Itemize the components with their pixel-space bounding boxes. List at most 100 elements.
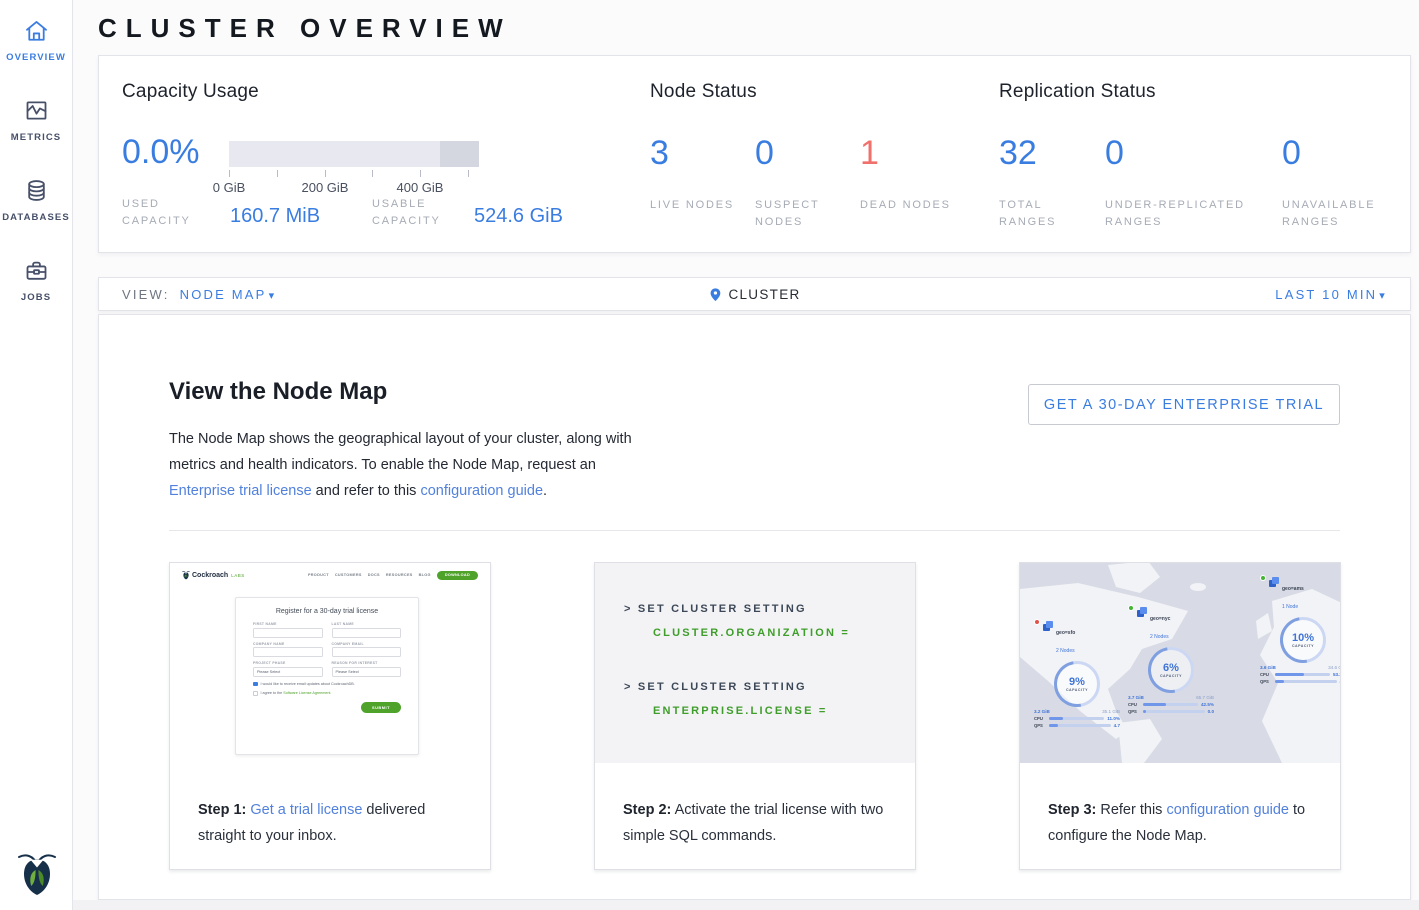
suspect-nodes-value: 0 xyxy=(755,134,774,173)
step-label: Step 3: xyxy=(1048,802,1096,818)
used-capacity-label: USED CAPACITY xyxy=(122,196,217,230)
under-replicated-value: 0 xyxy=(1105,134,1124,173)
cpu-label: CPU xyxy=(1128,702,1140,707)
sql-command: SET CLUSTER SETTING xyxy=(638,603,807,615)
replication-status-section: Replication Status 32 TOTAL RANGES 0 UND… xyxy=(999,81,1399,251)
cockroachdb-logo xyxy=(0,850,73,896)
map-pin-icon xyxy=(708,286,721,303)
field-input xyxy=(332,647,402,657)
configuration-guide-link[interactable]: configuration guide xyxy=(1166,802,1289,818)
mini-nav-item: RESOURCES xyxy=(386,573,413,577)
license-agreement-link: Software License Agreement. xyxy=(283,691,331,695)
license-agreement-checkbox: I agree to the Software License Agreemen… xyxy=(253,691,401,696)
node-status-section: Node Status 3 LIVE NODES 0 SUSPECT NODES… xyxy=(650,81,980,251)
cpu-value: 11.0% xyxy=(1107,716,1120,721)
description-text: and refer to this xyxy=(312,483,421,499)
mini-nav-item: CUSTOMERS xyxy=(335,573,362,577)
cockroach-labs-logo: Cockroach LABS xyxy=(182,570,245,580)
email-updates-checkbox: I would like to receive email updates ab… xyxy=(253,682,401,687)
step-label: Step 1: xyxy=(198,802,246,818)
enterprise-trial-license-link[interactable]: Enterprise trial license xyxy=(169,483,312,499)
field-label: COMPANY NAME xyxy=(253,642,323,646)
metrics-icon xyxy=(23,97,50,124)
nodes-cube-icon xyxy=(1043,621,1053,631)
trial-license-form: Register for a 30-day trial license FIRS… xyxy=(235,597,419,755)
total-ranges-label: TOTAL RANGES xyxy=(999,197,1099,231)
enterprise-trial-button[interactable]: GET A 30-DAY ENTERPRISE TRIAL xyxy=(1028,384,1340,425)
step2-caption: Step 2: Activate the trial license with … xyxy=(595,763,915,849)
dead-status-dot xyxy=(1034,619,1040,625)
capacity-percent: 9% xyxy=(1069,676,1085,688)
step-label: Step 2: xyxy=(623,802,671,818)
get-trial-license-link[interactable]: Get a trial license xyxy=(250,802,362,818)
cluster-breadcrumb: CLUSTER xyxy=(728,287,800,302)
mini-nav-item: PRODUCT xyxy=(308,573,329,577)
nodes-cube-icon xyxy=(1269,577,1279,587)
mini-nav-item: DOCS xyxy=(368,573,380,577)
cpu-value: 42.5% xyxy=(1201,702,1214,707)
unavailable-ranges-label: UNAVAILABLE RANGES xyxy=(1282,197,1382,231)
view-selector[interactable]: NODE MAP▾ xyxy=(180,287,277,302)
live-status-dot xyxy=(1260,575,1266,581)
step1-illustration: Cockroach LABS PRODUCT CUSTOMERS DOCS RE… xyxy=(170,563,490,763)
locality-node-count: 2 Nodes xyxy=(1056,648,1075,654)
cpu-label: CPU xyxy=(1034,716,1046,721)
nodes-cube-icon xyxy=(1137,607,1147,617)
step3-caption: Step 3: Refer this configuration guide t… xyxy=(1020,763,1340,849)
mini-download-button: DOWNLOAD xyxy=(437,571,478,580)
sidebar-item-label: JOBS xyxy=(21,292,51,303)
sql-prompt: > xyxy=(624,603,633,615)
gauge-tick xyxy=(325,170,326,177)
chevron-down-icon: ▾ xyxy=(269,290,277,302)
sidebar-item-databases[interactable]: DATABASES xyxy=(0,177,72,257)
sidebar-item-jobs[interactable]: JOBS xyxy=(0,257,72,337)
checkbox-label: I would like to receive email updates ab… xyxy=(261,682,355,686)
field-label: PROJECT PHASE xyxy=(253,661,323,665)
node-map-panel: View the Node Map The Node Map shows the… xyxy=(98,314,1411,900)
locality-widget-nyc: geo=nyc 2 Nodes 6% CAPACITY 3.7 GiB65.7 … xyxy=(1128,607,1214,714)
cpu-label: CPU xyxy=(1260,672,1272,677)
replication-status-title: Replication Status xyxy=(999,81,1399,103)
qps-label: QPS xyxy=(1034,723,1046,728)
page-background-strip xyxy=(73,900,1419,910)
locality-widget-ams: geo=ams 1 Node 10% CAPACITY 3.6 GiB34.6 … xyxy=(1260,577,1340,684)
checkbox-label: I agree to the xyxy=(261,691,284,695)
step2-card: > SET CLUSTER SETTING CLUSTER.ORGANIZATI… xyxy=(594,562,916,870)
cluster-overview-page: OVERVIEW METRICS DATABASES JOBS xyxy=(0,0,1419,910)
capacity-label: CAPACITY xyxy=(1066,688,1088,692)
field-input xyxy=(253,628,323,638)
description-text: The Node Map shows the geographical layo… xyxy=(169,431,632,473)
time-range-value: LAST 10 MIN xyxy=(1275,287,1377,302)
sidebar-item-metrics[interactable]: METRICS xyxy=(0,97,72,177)
locality-node-count: 2 Nodes xyxy=(1150,634,1169,640)
gauge-tick xyxy=(229,170,230,177)
capacity-percent: 0.0% xyxy=(122,133,200,172)
field-input xyxy=(253,647,323,657)
gauge-tick-label: 200 GiB xyxy=(295,180,355,195)
sidebar-item-label: OVERVIEW xyxy=(6,52,66,63)
capacity-donut: 10% CAPACITY xyxy=(1280,617,1326,663)
locality-name: geo=nyc xyxy=(1150,616,1170,622)
gauge-tick xyxy=(372,170,373,177)
description-text: . xyxy=(543,483,547,499)
time-range-selector[interactable]: LAST 10 MIN▾ xyxy=(1275,287,1387,302)
sidebar-item-overview[interactable]: OVERVIEW xyxy=(0,17,72,97)
usable-capacity-value: 524.6 GiB xyxy=(474,205,563,228)
dead-nodes-value: 1 xyxy=(860,134,879,173)
step1-caption: Step 1: Get a trial license delivered st… xyxy=(170,763,490,849)
field-label: COMPANY EMAIL xyxy=(332,642,402,646)
capacity-donut: 9% CAPACITY xyxy=(1054,661,1100,707)
locality-node-count: 1 Node xyxy=(1282,604,1298,610)
form-title: Register for a 30-day trial license xyxy=(253,608,401,615)
sql-command: SET CLUSTER SETTING xyxy=(638,681,807,693)
disk-total: 34.6 GiB xyxy=(1328,665,1340,670)
field-select: Please Select xyxy=(332,667,402,677)
disk-used: 3.2 GiB xyxy=(1034,709,1050,714)
configuration-guide-link[interactable]: configuration guide xyxy=(420,483,543,499)
world-map: geo=sfo 2 Nodes 9% CAPACITY 3.2 GiB35.1 … xyxy=(1020,563,1340,763)
usable-capacity-label: USABLE CAPACITY xyxy=(372,196,467,230)
checkbox-unchecked-icon xyxy=(253,691,258,696)
sidebar: OVERVIEW METRICS DATABASES JOBS xyxy=(0,0,73,910)
disk-used: 3.7 GiB xyxy=(1128,695,1144,700)
step3-card: geo=sfo 2 Nodes 9% CAPACITY 3.2 GiB35.1 … xyxy=(1019,562,1341,870)
